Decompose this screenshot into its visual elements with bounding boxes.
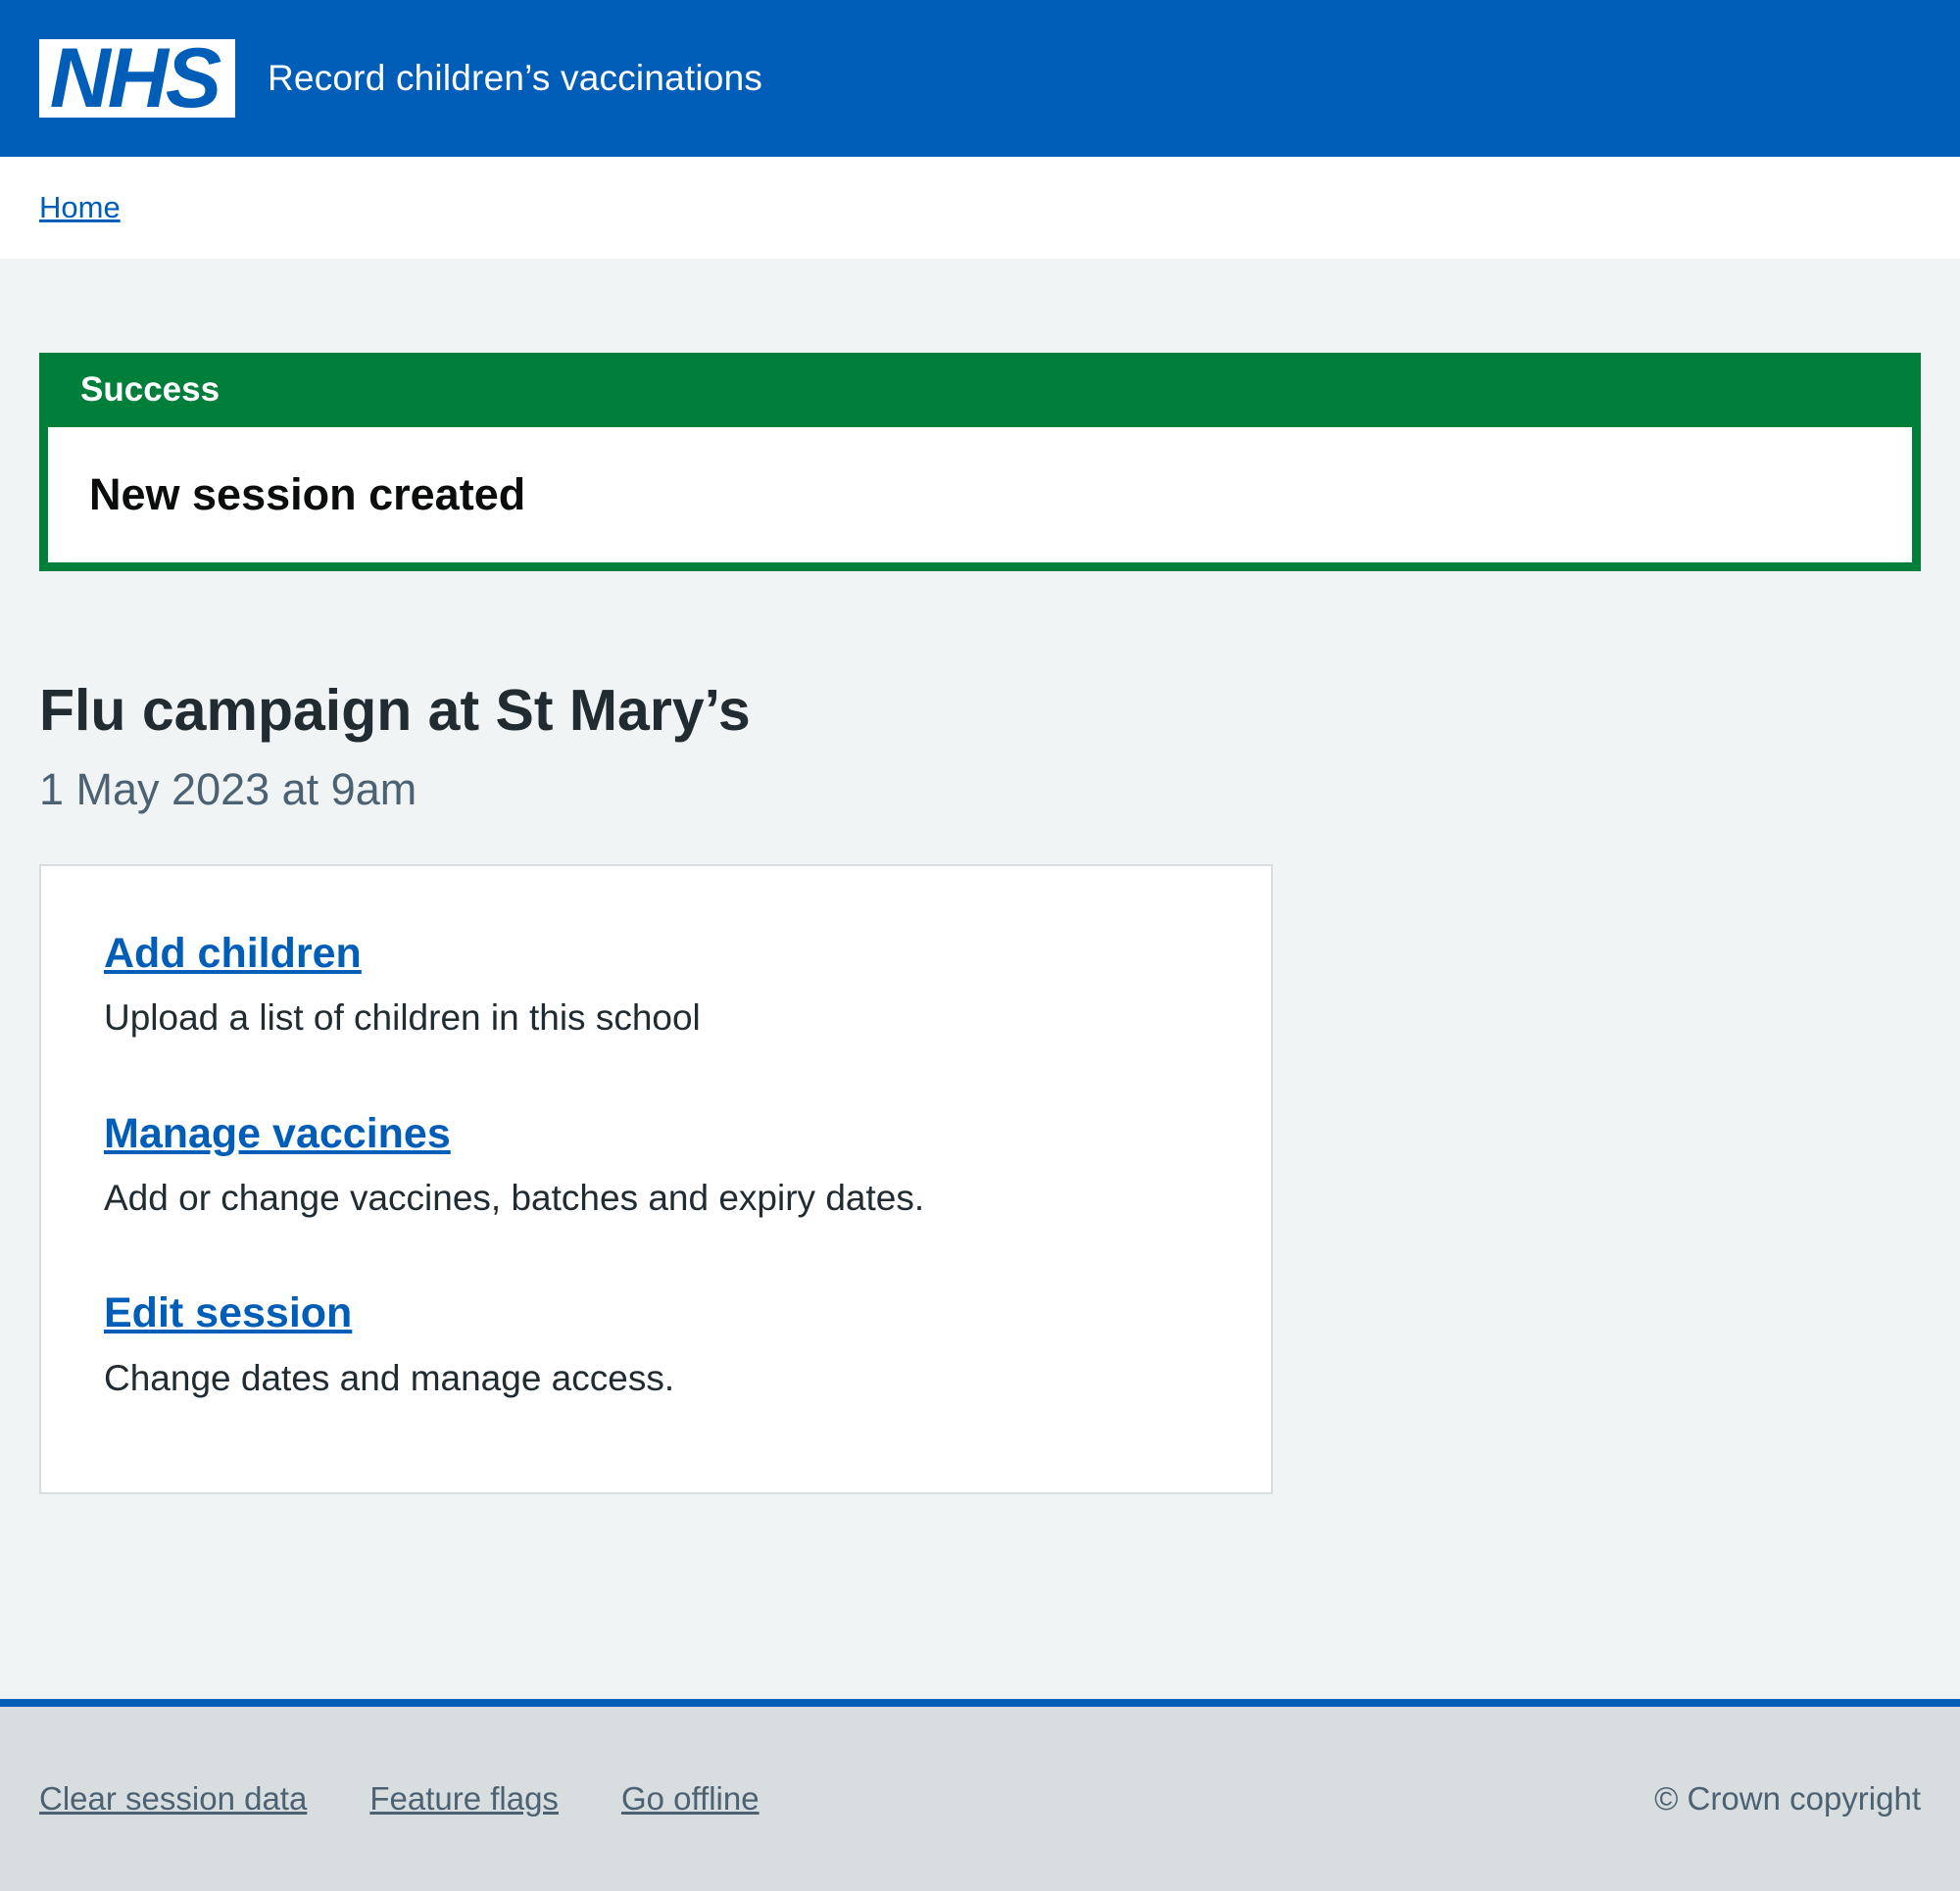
- action-item-manage-vaccines: Manage vaccines Add or change vaccines, …: [104, 1110, 1271, 1221]
- go-offline-link[interactable]: Go offline: [621, 1780, 760, 1818]
- main-content: Success New session created Flu campaign…: [0, 259, 1960, 1699]
- site-footer: Clear session data Feature flags Go offl…: [0, 1699, 1960, 1891]
- success-banner-message: New session created: [89, 469, 526, 519]
- manage-vaccines-link[interactable]: Manage vaccines: [104, 1110, 451, 1157]
- add-children-link[interactable]: Add children: [104, 930, 362, 977]
- success-banner-title: Success: [39, 353, 1921, 427]
- page-title: Flu campaign at St Mary’s: [39, 678, 751, 743]
- site-header: NHS Record children’s vaccinations: [0, 0, 1960, 157]
- breadcrumb: Home: [0, 157, 1960, 259]
- page-subtitle: 1 May 2023 at 9am: [39, 763, 417, 814]
- footer-links: Clear session data Feature flags Go offl…: [39, 1780, 760, 1818]
- copyright-text: © Crown copyright: [1654, 1780, 1921, 1817]
- session-actions-card: Add children Upload a list of children i…: [39, 863, 1273, 1494]
- clear-session-data-link[interactable]: Clear session data: [39, 1780, 307, 1818]
- nhs-logo[interactable]: NHS: [39, 31, 235, 125]
- action-item-add-children: Add children Upload a list of children i…: [104, 930, 1271, 1041]
- add-children-description: Upload a list of children in this school: [104, 997, 701, 1039]
- success-banner: Success New session created: [39, 353, 1921, 571]
- manage-vaccines-description: Add or change vaccines, batches and expi…: [104, 1177, 925, 1218]
- edit-session-link[interactable]: Edit session: [104, 1289, 352, 1336]
- breadcrumb-home-link[interactable]: Home: [39, 190, 121, 225]
- edit-session-description: Change dates and manage access.: [104, 1357, 675, 1398]
- nhs-logo-text: NHS: [49, 31, 222, 125]
- action-item-edit-session: Edit session Change dates and manage acc…: [104, 1289, 1271, 1400]
- service-name[interactable]: Record children’s vaccinations: [268, 58, 762, 99]
- feature-flags-link[interactable]: Feature flags: [369, 1780, 559, 1818]
